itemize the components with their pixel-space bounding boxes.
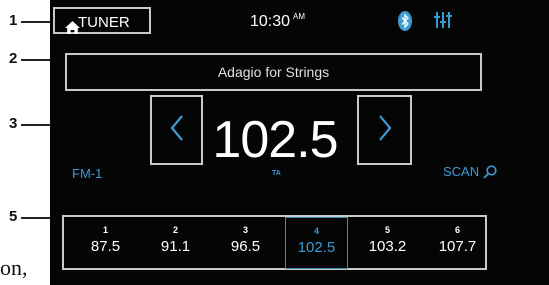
preset-frequency: 107.7 xyxy=(438,238,477,255)
search-icon xyxy=(483,164,497,179)
chevron-right-icon xyxy=(378,114,392,147)
preset-2[interactable]: 2 91.1 xyxy=(144,217,207,269)
preset-number: 5 xyxy=(384,225,390,235)
bluetooth-icon[interactable] xyxy=(398,11,412,36)
home-tuner-button[interactable]: TUNER xyxy=(53,7,151,34)
preset-number: 3 xyxy=(242,225,248,235)
callout-5: 5 xyxy=(9,208,18,225)
callout-1: 1 xyxy=(9,12,18,29)
clock-suffix: AM xyxy=(293,12,306,21)
preset-frequency: 102.5 xyxy=(297,239,336,256)
frequency-display: 102.5 xyxy=(212,111,338,169)
page-text-fragment: on, xyxy=(0,255,28,280)
preset-3[interactable]: 3 96.5 xyxy=(214,217,277,269)
preset-frequency: 91.1 xyxy=(160,238,191,255)
tuner-screen: TUNER 10:30 AM Adagio for Strings 102.5 T… xyxy=(50,0,549,285)
preset-number: 6 xyxy=(454,225,460,235)
preset-number: 2 xyxy=(172,225,178,235)
preset-5[interactable]: 5 103.2 xyxy=(356,217,419,269)
preset-number: 1 xyxy=(102,225,108,235)
scan-button[interactable]: SCAN xyxy=(443,164,497,179)
ta-indicator: TA xyxy=(272,170,281,177)
song-title: Adagio for Strings xyxy=(217,64,330,80)
song-title-box: Adagio for Strings xyxy=(65,53,482,91)
preset-frequency: 96.5 xyxy=(230,238,261,255)
tune-up-button[interactable] xyxy=(357,95,412,165)
preset-frequency: 103.2 xyxy=(368,238,407,255)
preset-frequency: 87.5 xyxy=(90,238,121,255)
presets-bar: 1 87.5 2 91.1 3 96.5 4 102.5 5 103.2 6 1… xyxy=(62,215,487,270)
equalizer-sliders-icon[interactable] xyxy=(433,10,453,35)
preset-6[interactable]: 6 107.7 xyxy=(426,217,489,269)
source-label: TUNER xyxy=(78,14,130,31)
clock-time: 10:30 xyxy=(250,13,291,30)
tune-down-button[interactable] xyxy=(150,95,203,165)
chevron-left-icon xyxy=(170,114,184,147)
preset-number: 4 xyxy=(313,226,319,236)
scan-label: SCAN xyxy=(443,164,480,179)
preset-1[interactable]: 1 87.5 xyxy=(74,217,137,269)
band-button[interactable]: FM-1 xyxy=(72,166,102,181)
callout-2: 2 xyxy=(9,50,18,67)
clock: 10:30 AM xyxy=(250,12,305,31)
callout-3: 3 xyxy=(9,115,18,132)
preset-4[interactable]: 4 102.5 xyxy=(285,217,348,269)
